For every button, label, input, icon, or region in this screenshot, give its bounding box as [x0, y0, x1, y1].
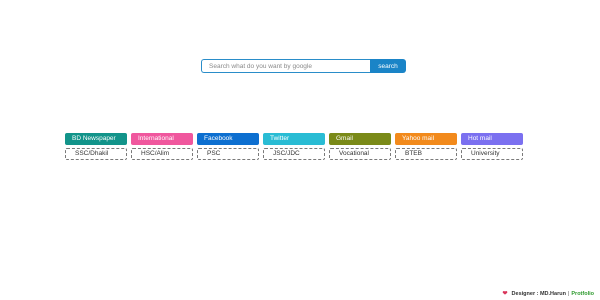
quick-links-grid: BD Newspaper SSC/Dhakil International HS… — [65, 133, 523, 160]
hot-mail-link[interactable]: Hot mail — [461, 133, 523, 145]
footer-credit: ❤ Designer : MD.Harun | Protfolio — [503, 291, 594, 297]
international-link[interactable]: International — [131, 133, 193, 145]
designer-credit: Designer : MD.Harun — [511, 291, 566, 297]
ssc-dhakil-link[interactable]: SSC/Dhakil — [65, 148, 127, 160]
university-link[interactable]: University — [461, 148, 523, 160]
link-column-hot-mail: Hot mail University — [461, 133, 523, 160]
facebook-link[interactable]: Facebook — [197, 133, 259, 145]
yahoo-mail-link[interactable]: Yahoo mail — [395, 133, 457, 145]
heart-icon: ❤ — [502, 291, 508, 297]
vocational-link[interactable]: Vocational — [329, 148, 391, 160]
link-column-facebook: Facebook PSC — [197, 133, 259, 160]
bd-newspaper-link[interactable]: BD Newspaper — [65, 133, 127, 145]
portfolio-link[interactable]: Protfolio — [571, 291, 594, 297]
footer-separator: | — [567, 291, 570, 297]
page: search BD Newspaper SSC/Dhakil Internati… — [0, 0, 600, 300]
link-column-bd-newspaper: BD Newspaper SSC/Dhakil — [65, 133, 127, 160]
search-button[interactable]: search — [370, 59, 406, 73]
psc-link[interactable]: PSC — [197, 148, 259, 160]
twitter-link[interactable]: Twitter — [263, 133, 325, 145]
bteb-link[interactable]: BTEB — [395, 148, 457, 160]
link-column-gmail: Gmail Vocational — [329, 133, 391, 160]
search-form: search — [201, 59, 406, 73]
search-input[interactable] — [201, 59, 370, 73]
gmail-link[interactable]: Gmail — [329, 133, 391, 145]
link-column-twitter: Twitter JSC/JDC — [263, 133, 325, 160]
link-column-international: International HSC/Alim — [131, 133, 193, 160]
jsc-jdc-link[interactable]: JSC/JDC — [263, 148, 325, 160]
link-column-yahoo-mail: Yahoo mail BTEB — [395, 133, 457, 160]
hsc-alim-link[interactable]: HSC/Alim — [131, 148, 193, 160]
